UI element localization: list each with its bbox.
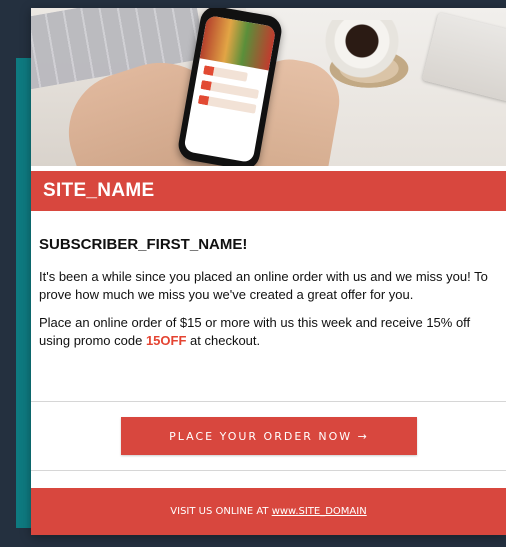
- subscriber-greeting: SUBSCRIBER_FIRST_NAME!: [39, 236, 248, 253]
- hero-screen-line: [203, 65, 248, 82]
- offer-paragraph: Place an online order of $15 or more wit…: [39, 314, 499, 350]
- hero-screen-line: [197, 94, 257, 114]
- hero-image: [31, 8, 506, 166]
- offer-text-end: at checkout.: [186, 333, 261, 348]
- email-card: SITE_NAME SUBSCRIBER_FIRST_NAME! It's be…: [31, 8, 506, 535]
- promo-code: 15OFF: [145, 333, 187, 348]
- footer-bar: VISIT US ONLINE AT www.SITE_DOMAIN: [31, 488, 506, 535]
- site-domain-link[interactable]: www.SITE_DOMAIN: [272, 506, 367, 517]
- footer-text: VISIT US ONLINE AT: [170, 506, 272, 517]
- hero-coffee-cup-image: [323, 20, 401, 80]
- site-header-bar: SITE_NAME: [31, 171, 506, 211]
- divider-top: [31, 401, 506, 402]
- site-name: SITE_NAME: [43, 180, 155, 201]
- divider-bottom: [31, 470, 506, 471]
- hero-food-image: [199, 14, 277, 71]
- intro-paragraph: It's been a while since you placed an on…: [39, 269, 488, 302]
- email-content: SUBSCRIBER_FIRST_NAME! It's been a while…: [39, 236, 499, 360]
- place-order-button[interactable]: PLACE YOUR ORDER NOW →: [121, 417, 417, 455]
